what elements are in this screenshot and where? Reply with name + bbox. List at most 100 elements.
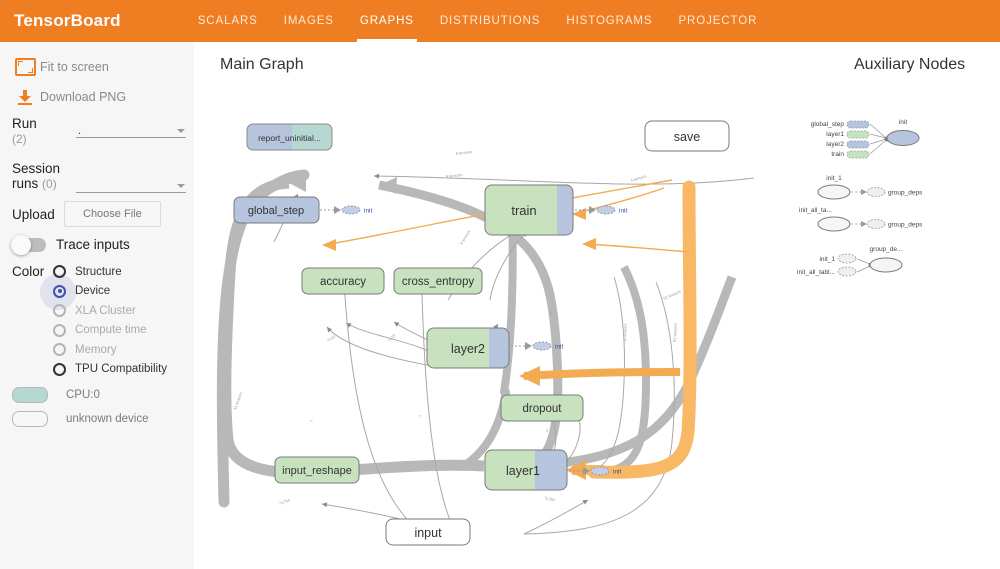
init-label: init	[555, 344, 564, 351]
node-label: layer2	[451, 342, 485, 356]
nav-tabs: SCALARS IMAGES GRAPHS DISTRIBUTIONS HIST…	[185, 0, 771, 42]
init-label: init	[364, 208, 373, 215]
app-brand: TensorBoard	[14, 11, 121, 30]
device-legend-label: unknown device	[66, 413, 149, 425]
session-runs-field: Session runs (0)	[0, 155, 194, 193]
node-report-uninitialized[interactable]: report_uninitial...	[246, 123, 333, 151]
color-option-label: XLA Cluster	[75, 304, 136, 317]
auxiliary-nodes-panel[interactable]: global_step layer1 layer2 train init ini…	[797, 119, 923, 277]
download-png-button[interactable]: Download PNG	[0, 84, 194, 110]
edge-save-to-layer2[interactable]	[523, 368, 681, 380]
aux-output-label: group_de...	[870, 246, 903, 253]
node-train[interactable]: train	[484, 184, 574, 236]
fit-to-screen-label: Fit to screen	[40, 60, 109, 74]
run-select[interactable]: .	[76, 123, 186, 138]
node-global-step[interactable]: global_step	[233, 196, 320, 224]
choose-file-button[interactable]: Choose File	[64, 201, 161, 227]
aux-input-label: init_1	[819, 256, 835, 263]
node-accuracy[interactable]: accuracy	[301, 267, 385, 295]
tab-images[interactable]: IMAGES	[271, 0, 347, 42]
init-annotation-global-step[interactable]: init	[320, 205, 373, 215]
aux-input-label: train	[831, 151, 844, 158]
edge-label: 4 tensors	[459, 229, 472, 246]
fit-to-screen-icon	[10, 58, 40, 76]
color-section: Color Structure Device XLA Cluster Compu…	[0, 252, 194, 379]
top-bar: TensorBoard SCALARS IMAGES GRAPHS DISTRI…	[0, 0, 1000, 42]
color-option-memory[interactable]: Memory	[48, 340, 194, 360]
node-label: accuracy	[320, 276, 366, 288]
edge-label: ?x10	[387, 332, 397, 342]
radio-icon[interactable]	[53, 343, 66, 357]
chevron-down-icon	[177, 129, 185, 133]
edge-label: ?x784	[279, 497, 292, 506]
edge-label: ?	[309, 419, 314, 422]
aux-group-init-all-tables[interactable]: init_all_ta... group_deps	[799, 207, 923, 232]
edge-label: 11 tensors	[232, 391, 243, 410]
node-save[interactable]: save	[644, 120, 730, 152]
edge-label: 2	[546, 428, 549, 433]
run-label: Run (2)	[12, 116, 37, 146]
device-legend-cpu: CPU:0	[0, 384, 194, 403]
node-input-reshape[interactable]: input_reshape	[274, 456, 360, 484]
graph-canvas[interactable]: Main Graph Auxiliary Nodes 8 tensors 4 t…	[194, 42, 1000, 569]
node-label: dropout	[522, 403, 562, 415]
trace-inputs-label: Trace inputs	[56, 237, 130, 252]
aux-input-label: global_step	[811, 121, 845, 128]
aux-input-label: layer2	[826, 141, 844, 148]
aux-source-label: init_all_ta...	[799, 207, 832, 214]
tab-projector[interactable]: PROJECTOR	[665, 0, 770, 42]
node-label: cross_entropy	[402, 276, 474, 288]
radio-icon[interactable]	[53, 323, 66, 337]
session-runs-select[interactable]	[76, 178, 186, 193]
graph-svg[interactable]: 8 tensors 4 tensors 9 tensors 4 tensors …	[194, 42, 1000, 569]
edge-label: 52 tensors	[662, 289, 681, 301]
upload-field: Upload Choose File	[0, 193, 194, 227]
trace-inputs-toggle[interactable]	[11, 234, 46, 255]
edge-arrow-head	[519, 366, 540, 386]
device-swatch	[12, 411, 48, 427]
color-option-label: Compute time	[75, 324, 147, 337]
aux-group-init[interactable]: global_step layer1 layer2 train init	[811, 119, 920, 159]
chevron-down-icon	[177, 184, 185, 188]
node-cross-entropy[interactable]: cross_entropy	[393, 267, 483, 295]
color-option-compute-time[interactable]: Compute time	[48, 321, 194, 341]
tab-graphs[interactable]: GRAPHS	[347, 0, 427, 42]
node-dropout[interactable]: dropout	[500, 394, 584, 422]
tab-histograms[interactable]: HISTOGRAMS	[553, 0, 665, 42]
node-layer1[interactable]: layer1	[484, 449, 568, 491]
color-option-device[interactable]: Device	[40, 273, 194, 310]
node-label: global_step	[248, 205, 304, 217]
node-layer2[interactable]: layer2	[426, 327, 510, 369]
color-option-label: Device	[75, 285, 111, 298]
color-option-tpu-compatibility[interactable]: TPU Compatibility	[48, 360, 194, 380]
aux-group-group-deps[interactable]: init_1 init_all_tabl... group_de...	[797, 246, 903, 277]
radio-icon[interactable]	[53, 284, 66, 298]
aux-output-label: init	[899, 119, 908, 126]
fit-to-screen-button[interactable]: Fit to screen	[0, 54, 194, 80]
init-annotation-layer2[interactable]: init	[511, 341, 564, 351]
radio-icon[interactable]	[53, 362, 66, 376]
node-input[interactable]: input	[385, 518, 471, 546]
run-count: (2)	[12, 132, 27, 146]
node-label: input	[414, 526, 442, 540]
tensorboard-app: TensorBoard SCALARS IMAGES GRAPHS DISTRI…	[0, 0, 1000, 569]
node-label: input_reshape	[282, 465, 352, 477]
edge-label: 11 tensors	[622, 323, 628, 342]
tab-distributions[interactable]: DISTRIBUTIONS	[427, 0, 554, 42]
edge-save-to-train-2[interactable]	[585, 243, 689, 253]
aux-group-init1[interactable]: init_1 group_deps	[817, 175, 923, 200]
device-swatch	[12, 387, 48, 403]
edge-label: ?	[418, 414, 423, 417]
color-option-label: Memory	[75, 343, 117, 356]
run-field: Run (2) .	[0, 110, 194, 147]
edge-label: ?x784	[544, 495, 557, 503]
init-label: init	[619, 208, 628, 215]
download-png-label: Download PNG	[40, 90, 127, 104]
aux-input-label: layer1	[826, 131, 844, 138]
aux-target-label: group_deps	[888, 222, 923, 229]
tab-scalars[interactable]: SCALARS	[185, 0, 271, 42]
device-legend-unknown: unknown device	[0, 408, 194, 427]
color-label: Color	[12, 264, 45, 279]
radio-icon[interactable]	[53, 304, 66, 318]
init-label: init	[613, 469, 622, 476]
